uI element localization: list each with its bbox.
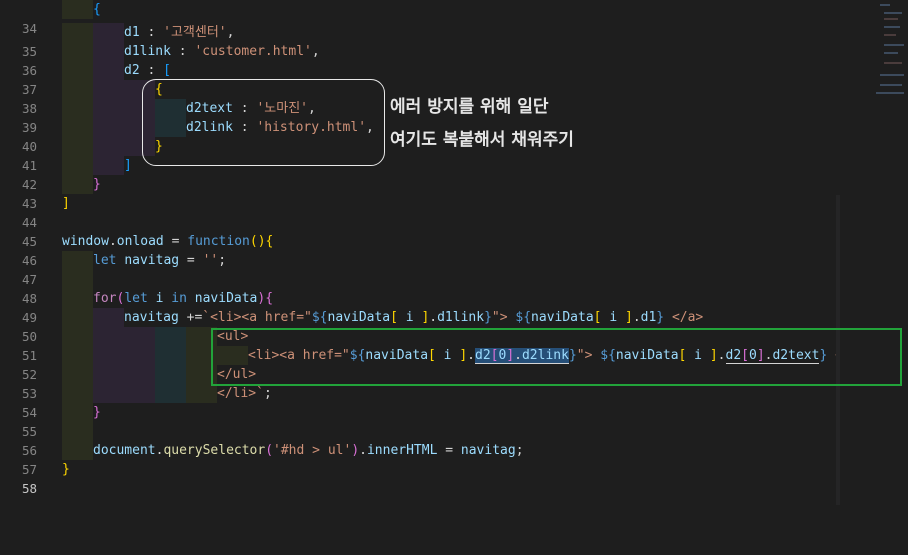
code-text: window.onload = function(){ (62, 234, 274, 249)
highlight-box (211, 328, 902, 386)
code-text: for(let i in naviData){ (93, 291, 274, 306)
code-text: } (93, 405, 101, 420)
code-line: 42 ] (0, 156, 908, 192)
minimap[interactable] (840, 0, 908, 505)
code-editor[interactable]: 34 { 35 d1 : '고객센터', 36 d1link : 'custom… (0, 0, 908, 505)
annotation-text-line1: 에러 방지를 위해 일단 (390, 97, 549, 117)
code-line: 37 d2 : [ (0, 61, 908, 97)
code-text: navitag +=`<li><a href="${naviData[ i ].… (124, 310, 704, 325)
code-line: 45 (0, 213, 908, 249)
code-text: } (93, 177, 101, 192)
code-line: 56 (0, 422, 908, 458)
code-line: 54 </li>`; (0, 384, 908, 420)
code-text: ] (62, 196, 70, 211)
code-text: d2 : [ (124, 63, 171, 78)
annotation-text-line2: 여기도 복붙해서 채워주기 (390, 130, 574, 150)
code-text: d1 : '고객센터', (124, 25, 235, 40)
code-line: 34 { (0, 0, 908, 36)
code-line: 49 for(let i in naviData){ (0, 289, 908, 325)
code-line: 46 window.onload = function(){ (0, 232, 908, 268)
code-line: 55 } (0, 403, 908, 439)
code-line: 43 } (0, 175, 908, 211)
code-text: document.querySelector('#hd > ul').inner… (93, 443, 524, 458)
code-line: 35 d1 : '고객센터', (0, 23, 908, 59)
code-text: ] (124, 158, 132, 173)
annotation-bracket (142, 79, 385, 166)
code-line: 57 document.querySelector('#hd > ul').in… (0, 441, 908, 477)
code-text: let navitag = ''; (93, 253, 227, 268)
code-line: 44 ] (0, 194, 908, 230)
code-line: 36 d1link : 'customer.html', (0, 42, 908, 78)
code-text: </li>`; (217, 386, 272, 401)
code-line: 48 (0, 270, 908, 306)
code-text: } (62, 462, 70, 477)
code-line: 50 navitag +=`<li><a href="${naviData[ i… (0, 308, 908, 344)
line-number: 58 (21, 481, 37, 496)
code-line: 58 } (0, 460, 908, 496)
code-text: { (93, 2, 101, 17)
code-text: d1link : 'customer.html', (124, 44, 320, 59)
code-line: 47 let navitag = ''; (0, 251, 908, 287)
